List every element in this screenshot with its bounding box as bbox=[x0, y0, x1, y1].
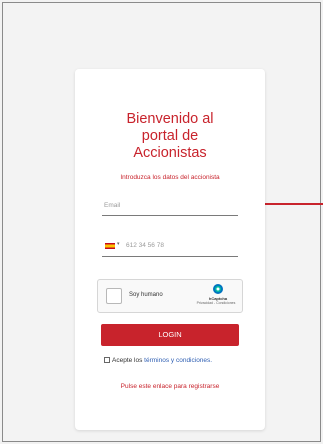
viewport-frame: Bienvenido al portal de Accionistas Intr… bbox=[2, 2, 323, 442]
phone-placeholder: 612 34 56 78 bbox=[126, 242, 164, 249]
phone-field[interactable]: ▾ 612 34 56 78 bbox=[102, 240, 238, 257]
captcha-links[interactable]: Privacidad - Condiciones bbox=[190, 301, 242, 305]
captcha-checkbox[interactable] bbox=[106, 288, 122, 304]
email-placeholder: Email bbox=[104, 202, 121, 209]
terms-link[interactable]: términos y condiciones. bbox=[144, 357, 212, 364]
login-card: Bienvenido al portal de Accionistas Intr… bbox=[75, 69, 265, 430]
chevron-down-icon[interactable]: ▾ bbox=[117, 241, 120, 247]
hcaptcha-widget: Soy humano hCaptcha Privacidad - Condici… bbox=[97, 279, 243, 313]
register-link[interactable]: Pulse este enlace para registrarse bbox=[75, 383, 265, 390]
welcome-title: Bienvenido al portal de Accionistas bbox=[126, 111, 214, 161]
terms-prefix: Acepte los bbox=[112, 357, 145, 364]
email-field[interactable]: Email bbox=[102, 199, 238, 216]
spain-flag-icon[interactable] bbox=[105, 243, 115, 249]
hcaptcha-logo-icon bbox=[213, 284, 223, 294]
terms-row: Acepte los términos y condiciones. bbox=[104, 357, 212, 364]
terms-checkbox[interactable] bbox=[104, 357, 110, 363]
login-button[interactable]: LOGIN bbox=[101, 324, 239, 346]
captcha-label: Soy humano bbox=[129, 292, 163, 298]
subtitle-instructions: Introduzca los datos del accionista bbox=[120, 174, 220, 181]
